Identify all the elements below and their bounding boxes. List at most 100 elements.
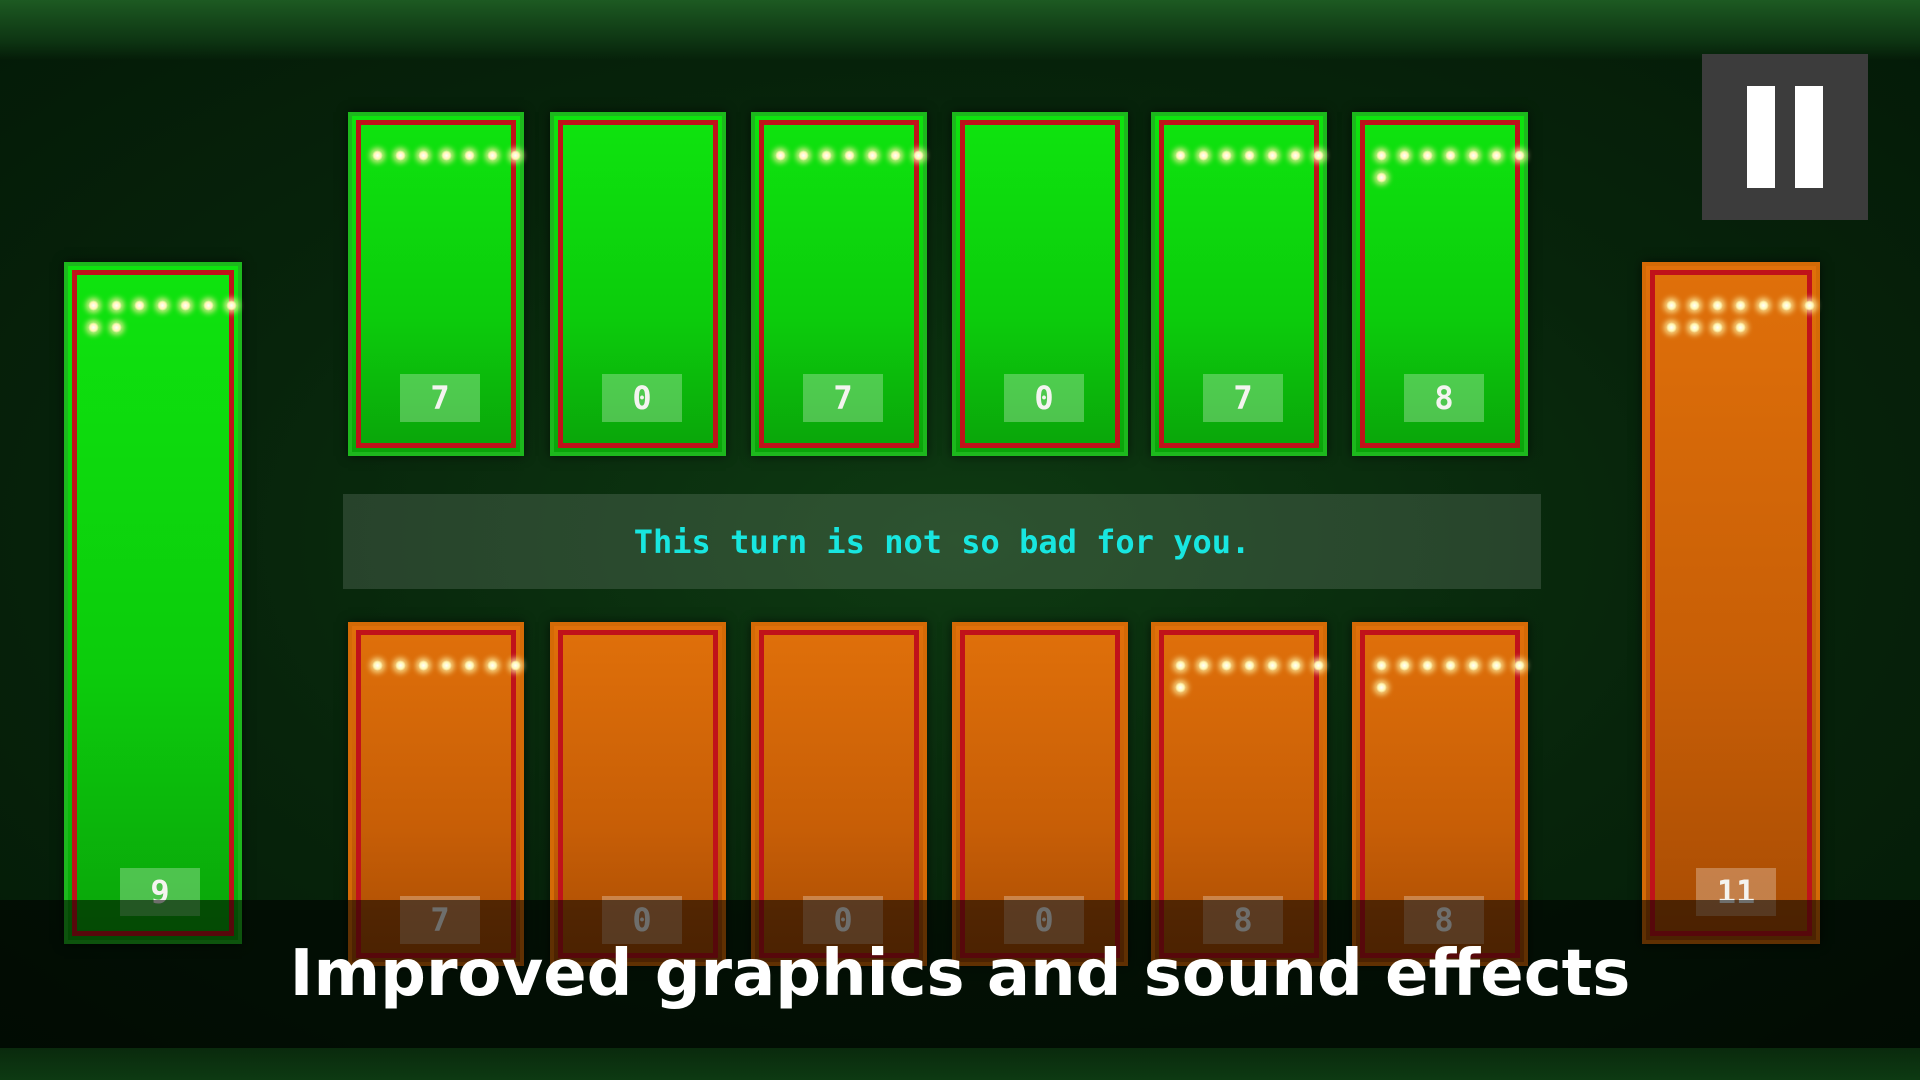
seed-icon <box>441 150 452 161</box>
seed-icon <box>1175 660 1186 671</box>
seed-icon <box>1313 660 1324 671</box>
pit-count: 7 <box>803 374 883 422</box>
top-pit-5[interactable]: 7 <box>1151 112 1327 456</box>
seed-icon <box>1468 150 1479 161</box>
seed-icon <box>1376 660 1387 671</box>
pit-seeds <box>1376 660 1526 693</box>
seed-icon <box>134 300 145 311</box>
seed-icon <box>88 300 99 311</box>
seed-icon <box>1290 660 1301 671</box>
promo-caption: Improved graphics and sound effects <box>289 937 1631 1011</box>
seed-icon <box>1198 150 1209 161</box>
seed-icon <box>798 150 809 161</box>
seed-icon <box>180 300 191 311</box>
seed-icon <box>111 322 122 333</box>
seed-icon <box>510 150 521 161</box>
seed-icon <box>1666 322 1677 333</box>
pit-seeds <box>372 150 522 161</box>
seed-icon <box>844 150 855 161</box>
caption-band: Improved graphics and sound effects <box>0 900 1920 1048</box>
seed-icon <box>1422 660 1433 671</box>
seed-icon <box>111 300 122 311</box>
seed-icon <box>1491 150 1502 161</box>
seed-icon <box>775 150 786 161</box>
pit-seeds <box>372 660 522 671</box>
top-pit-3[interactable]: 7 <box>751 112 927 456</box>
top-gradient-band <box>0 0 1920 60</box>
pit-seeds <box>1376 150 1526 183</box>
seed-icon <box>418 150 429 161</box>
seed-icon <box>1267 660 1278 671</box>
seed-icon <box>1221 150 1232 161</box>
seed-icon <box>1445 150 1456 161</box>
seed-icon <box>1689 322 1700 333</box>
seed-icon <box>1735 322 1746 333</box>
store-seeds <box>1666 300 1816 333</box>
seed-icon <box>1514 660 1525 671</box>
pit-count: 0 <box>1004 374 1084 422</box>
top-pit-4[interactable]: 0 <box>952 112 1128 456</box>
seed-icon <box>1376 172 1387 183</box>
seed-icon <box>1267 150 1278 161</box>
pit-count: 7 <box>400 374 480 422</box>
opponent-store: 11 <box>1642 262 1820 944</box>
seed-icon <box>464 150 475 161</box>
seed-icon <box>1735 300 1746 311</box>
pause-button[interactable] <box>1702 54 1868 220</box>
pit-seeds <box>1175 660 1325 693</box>
seed-icon <box>464 660 475 671</box>
seed-icon <box>1804 300 1815 311</box>
seed-icon <box>821 150 832 161</box>
seed-icon <box>226 300 237 311</box>
seed-icon <box>1514 150 1525 161</box>
seed-icon <box>510 660 521 671</box>
top-pit-1[interactable]: 7 <box>348 112 524 456</box>
seed-icon <box>1445 660 1456 671</box>
seed-icon <box>372 660 383 671</box>
seed-icon <box>1175 682 1186 693</box>
seed-icon <box>1244 150 1255 161</box>
seed-icon <box>1221 660 1232 671</box>
seed-icon <box>1758 300 1769 311</box>
store-border <box>1650 270 1812 936</box>
seed-icon <box>487 150 498 161</box>
pit-seeds <box>775 150 925 161</box>
seed-icon <box>1175 150 1186 161</box>
seed-icon <box>1313 150 1324 161</box>
seed-icon <box>1491 660 1502 671</box>
seed-icon <box>913 150 924 161</box>
bottom-strip <box>0 1048 1920 1080</box>
seed-icon <box>88 322 99 333</box>
pit-count: 0 <box>602 374 682 422</box>
pit-seeds <box>1175 150 1325 161</box>
seed-icon <box>1666 300 1677 311</box>
pit-count: 7 <box>1203 374 1283 422</box>
seed-icon <box>418 660 429 671</box>
seed-icon <box>1244 660 1255 671</box>
seed-icon <box>1712 322 1723 333</box>
seed-icon <box>1712 300 1723 311</box>
seed-icon <box>1422 150 1433 161</box>
seed-icon <box>395 660 406 671</box>
seed-icon <box>1468 660 1479 671</box>
top-pit-2[interactable]: 0 <box>550 112 726 456</box>
seed-icon <box>157 300 168 311</box>
seed-icon <box>1399 150 1410 161</box>
seed-icon <box>1781 300 1792 311</box>
seed-icon <box>203 300 214 311</box>
seed-icon <box>1376 150 1387 161</box>
pit-count: 8 <box>1404 374 1484 422</box>
seed-icon <box>395 150 406 161</box>
seed-icon <box>1689 300 1700 311</box>
seed-icon <box>867 150 878 161</box>
seed-icon <box>1290 150 1301 161</box>
store-border <box>72 270 234 936</box>
seed-icon <box>890 150 901 161</box>
seed-icon <box>1376 682 1387 693</box>
seed-icon <box>372 150 383 161</box>
top-pit-6[interactable]: 8 <box>1352 112 1528 456</box>
seed-icon <box>487 660 498 671</box>
store-seeds <box>88 300 238 333</box>
seed-icon <box>1198 660 1209 671</box>
seed-icon <box>1399 660 1410 671</box>
